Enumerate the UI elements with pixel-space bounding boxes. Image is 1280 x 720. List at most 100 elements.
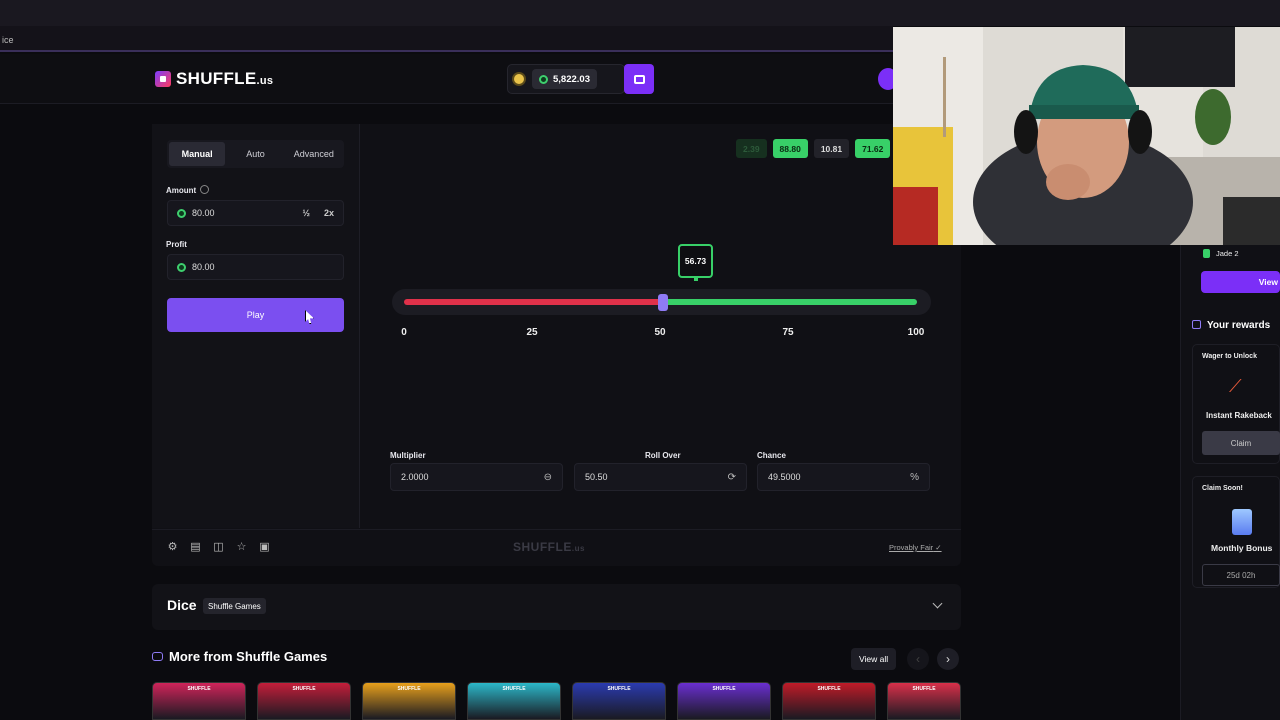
stats-icon[interactable]: ▤ bbox=[190, 542, 201, 553]
chart-icon[interactable]: ◫ bbox=[213, 542, 224, 553]
claim-soon-label: Claim Soon! bbox=[1202, 485, 1243, 492]
slider-tick: 50 bbox=[654, 327, 666, 338]
browser-address-bar[interactable]: ice bbox=[0, 26, 893, 52]
vip-gem-icon bbox=[1203, 249, 1210, 258]
history-item: 71.62 bbox=[855, 139, 891, 158]
game-thumbnail[interactable]: SHUFFLE bbox=[362, 682, 456, 720]
watermark-suffix: .us bbox=[571, 544, 585, 553]
shuffle-logo[interactable]: SHUFFLE.us bbox=[155, 69, 273, 89]
countdown-timer: 25d 02h bbox=[1202, 564, 1280, 586]
thumbnail-brand: SHUFFLE bbox=[397, 686, 421, 692]
provably-fair-link[interactable]: Provably Fair ✓ bbox=[889, 543, 942, 552]
claim-button[interactable]: Claim bbox=[1202, 431, 1280, 455]
game-thumbnail[interactable]: SHUFFLE bbox=[257, 682, 351, 720]
play-button[interactable]: Play bbox=[167, 298, 344, 332]
game-thumbnail[interactable]: SHUFFLE bbox=[887, 682, 961, 720]
thumbnail-brand: SHUFFLE bbox=[712, 686, 736, 692]
multiplier-input[interactable]: 2.0000 ⊖ bbox=[390, 463, 563, 491]
shuffle-watermark: SHUFFLE.us bbox=[513, 540, 585, 554]
history-item: 2.39 bbox=[736, 139, 767, 158]
roll-result-marker: 56.73 bbox=[678, 244, 714, 281]
roll-history: 2.39 88.80 10.81 71.62 bbox=[736, 139, 891, 158]
more-games-title: More from Shuffle Games bbox=[169, 649, 328, 664]
gift-box-icon bbox=[1232, 509, 1252, 535]
thumbnail-brand: SHUFFLE bbox=[187, 686, 211, 692]
wallet-balance[interactable]: 5,822.03 bbox=[507, 64, 625, 94]
slider-tick: 25 bbox=[526, 327, 538, 338]
multiplier-icon: ⊖ bbox=[543, 471, 552, 483]
wager-label: Wager to Unlock bbox=[1202, 353, 1257, 360]
view-label: View bbox=[1258, 277, 1278, 287]
more-games-heading: More from Shuffle Games bbox=[152, 649, 327, 664]
rakeback-title: Instant Rakeback bbox=[1206, 411, 1272, 420]
vip-level: Jade 2 bbox=[1216, 249, 1239, 258]
currency-coin-icon bbox=[514, 74, 524, 84]
multiplier-label: Multiplier bbox=[390, 451, 426, 460]
webcam-image bbox=[893, 27, 1280, 245]
provably-fair-text: Provably Fair bbox=[889, 543, 934, 552]
chance-input[interactable]: 49.5000 % bbox=[757, 463, 930, 491]
tab-manual[interactable]: Manual bbox=[169, 142, 226, 166]
game-thumbnail[interactable]: SHUFFLE bbox=[677, 682, 771, 720]
double-button[interactable]: 2x bbox=[324, 208, 334, 218]
amount-value: 80.00 bbox=[192, 208, 215, 218]
green-coin-icon bbox=[177, 262, 186, 272]
logo-suffix: .us bbox=[256, 75, 274, 87]
game-thumbnail[interactable]: SHUFFLE bbox=[467, 682, 561, 720]
wallet-button[interactable] bbox=[624, 64, 654, 94]
balance-value: 5,822.03 bbox=[553, 73, 590, 85]
half-button[interactable]: ½ bbox=[302, 208, 310, 218]
balance-pill: 5,822.03 bbox=[532, 69, 597, 89]
slider-tick: 0 bbox=[401, 327, 407, 338]
chance-value: 49.5000 bbox=[768, 472, 801, 482]
amount-label-text: Amount bbox=[166, 186, 197, 195]
green-coin-icon bbox=[177, 208, 186, 218]
tab-advanced[interactable]: Advanced bbox=[286, 142, 342, 166]
rollover-input[interactable]: 50.50 ⟳ bbox=[574, 463, 747, 491]
percent-suffix: % bbox=[910, 471, 919, 483]
next-arrow-icon[interactable]: › bbox=[937, 648, 959, 670]
profit-label: Profit bbox=[166, 240, 187, 249]
logo-mark-icon bbox=[155, 71, 171, 87]
rewards-title: Your rewards bbox=[1207, 320, 1271, 331]
star-icon[interactable]: ☆ bbox=[236, 542, 247, 553]
provider-badge[interactable]: Shuffle Games bbox=[203, 598, 266, 614]
amount-label: Amount bbox=[166, 185, 210, 195]
slider-tick: 100 bbox=[907, 327, 925, 338]
vip-view-button[interactable]: View bbox=[1201, 271, 1280, 293]
logo-text: SHUFFLE bbox=[176, 69, 257, 88]
green-coin-icon bbox=[539, 74, 548, 84]
rollover-value: 50.50 bbox=[585, 472, 608, 482]
amount-input[interactable]: 80.00 ½ 2x bbox=[167, 200, 344, 226]
profit-value: 80.00 bbox=[192, 262, 215, 272]
thumbnail-brand: SHUFFLE bbox=[502, 686, 526, 692]
game-thumbnail[interactable]: SHUFFLE bbox=[572, 682, 666, 720]
history-item: 88.80 bbox=[772, 139, 808, 158]
tab-auto[interactable]: Auto bbox=[227, 142, 283, 166]
site-header bbox=[0, 54, 893, 104]
thumbnail-brand: SHUFFLE bbox=[607, 686, 631, 692]
thumbnail-brand: SHUFFLE bbox=[912, 686, 936, 692]
game-thumbnail[interactable]: SHUFFLE bbox=[782, 682, 876, 720]
game-info-bar[interactable] bbox=[152, 584, 961, 630]
settings-icon[interactable]: ⚙ bbox=[167, 542, 178, 553]
thumbnail-brand: SHUFFLE bbox=[817, 686, 841, 692]
monthly-title: Monthly Bonus bbox=[1211, 543, 1273, 553]
profit-field: 80.00 bbox=[167, 254, 344, 280]
thumbnail-brand: SHUFFLE bbox=[292, 686, 316, 692]
prev-arrow-icon[interactable]: ‹ bbox=[907, 648, 929, 670]
dice-slider-handle[interactable] bbox=[658, 294, 669, 311]
swap-icon[interactable]: ⟳ bbox=[728, 472, 736, 483]
gamepad-icon bbox=[152, 652, 163, 661]
game-thumbnail[interactable]: SHUFFLE bbox=[152, 682, 246, 720]
rollover-label: Roll Over bbox=[645, 451, 681, 460]
wallet-icon bbox=[633, 74, 645, 84]
address-text: ice bbox=[2, 35, 14, 45]
fairness-icon[interactable]: ▣ bbox=[259, 542, 270, 553]
multiplier-value: 2.0000 bbox=[401, 472, 429, 482]
webcam-overlay bbox=[893, 27, 1280, 245]
watermark-text: SHUFFLE bbox=[513, 540, 572, 554]
browser-tab-bar bbox=[0, 0, 1280, 26]
view-all-button[interactable]: View all bbox=[851, 648, 897, 670]
info-icon[interactable] bbox=[200, 185, 210, 194]
